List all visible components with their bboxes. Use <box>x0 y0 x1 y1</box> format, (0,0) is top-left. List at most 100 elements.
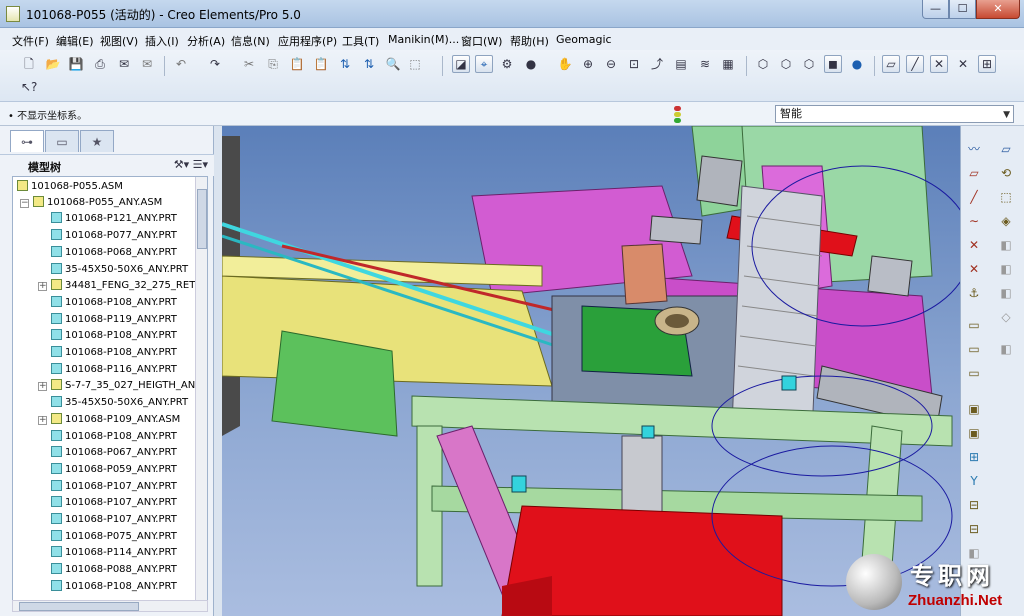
tree-node[interactable]: 101068-P108_ANY.PRT <box>51 345 177 361</box>
datum-plane-tool-icon[interactable]: ▱ <box>965 164 983 182</box>
sweep-icon[interactable]: ◧ <box>997 236 1015 254</box>
undo-icon[interactable]: ↶ <box>172 55 190 73</box>
round-icon[interactable]: ◧ <box>997 284 1015 302</box>
datum-planes-icon[interactable]: ▱ <box>882 55 900 73</box>
regenerate-icon[interactable]: ⇅ <box>336 55 354 73</box>
tree-vertical-scrollbar[interactable] <box>195 177 207 611</box>
copy-icon[interactable]: ⎘ <box>264 55 282 73</box>
tree-node[interactable]: 101068-P107_ANY.PRT <box>51 479 177 495</box>
tree-node[interactable]: + S-7-7_35_027_HEIGTH_AN <box>38 378 195 394</box>
scroll-thumb[interactable] <box>197 189 207 249</box>
cut-out-icon[interactable]: Y <box>965 472 983 490</box>
appearance-icon[interactable]: ● <box>522 55 540 73</box>
flexible-icon[interactable]: ⊟ <box>965 520 983 538</box>
coordinate-system-icon[interactable]: ✕ <box>965 260 983 278</box>
repaint-icon[interactable]: ◪ <box>452 55 470 73</box>
menu-edit[interactable]: 编辑(E) <box>56 33 94 49</box>
tab-folder-browser[interactable]: ▭ <box>45 130 79 152</box>
datum-axis-icon[interactable]: ╱ <box>965 188 983 206</box>
tree-node[interactable]: 101068-P107_ANY.PRT <box>51 495 177 511</box>
menu-analysis[interactable]: 分析(A) <box>187 33 225 49</box>
component-create-icon[interactable]: ▭ <box>965 340 983 358</box>
tree-node[interactable]: 101068-P088_ANY.PRT <box>51 562 177 578</box>
new-file-icon[interactable]: 🗋 <box>20 55 38 73</box>
extrude-icon[interactable]: ⬚ <box>997 188 1015 206</box>
print-icon[interactable]: ⎙ <box>91 55 109 73</box>
analysis-icon[interactable]: ⚓ <box>965 284 983 302</box>
tree-node[interactable]: 35-45X50-50X6_ANY.PRT <box>51 395 188 411</box>
assemble-icon[interactable]: ▣ <box>965 400 983 418</box>
email-link-icon[interactable]: ✉ <box>138 55 156 73</box>
enhanced-realism-icon[interactable]: ● <box>848 55 866 73</box>
context-help-icon[interactable]: ↖? <box>20 78 38 96</box>
mirror-icon[interactable]: ⊟ <box>965 496 983 514</box>
tree-node[interactable]: 101068-P108_ANY.PRT <box>51 328 177 344</box>
cut-icon[interactable]: ✂ <box>240 55 258 73</box>
graphics-viewport[interactable] <box>222 126 960 616</box>
datum-plane-icon[interactable]: ▱ <box>997 140 1015 158</box>
tab-favorites[interactable]: ★ <box>80 130 114 152</box>
revolve-icon[interactable]: ◈ <box>997 212 1015 230</box>
orient-mode-icon[interactable]: ⚙ <box>498 55 516 73</box>
minimize-button[interactable]: — <box>922 0 949 19</box>
menu-geomagic[interactable]: Geomagic <box>556 33 612 46</box>
tree-node[interactable]: 101068-P055.ASM <box>17 179 123 195</box>
datum-axes-icon[interactable]: ╱ <box>906 55 924 73</box>
tab-model-tree[interactable]: ⊶ <box>10 130 44 152</box>
view-manager-icon[interactable]: ▦ <box>719 55 737 73</box>
tree-node[interactable]: +101068-P109_ANY.ASM <box>38 412 180 428</box>
maximize-button[interactable]: ☐ <box>949 0 976 19</box>
spin-center-icon[interactable]: ⌖ <box>475 55 493 73</box>
tree-node[interactable]: 101068-P059_ANY.PRT <box>51 462 177 478</box>
tree-settings-icon[interactable]: ⚒▾ ☰▾ <box>174 158 208 171</box>
scroll-thumb[interactable] <box>19 602 139 611</box>
datum-curve-icon[interactable]: ∼ <box>965 212 983 230</box>
menu-manikin[interactable]: Manikin(M)... <box>388 33 459 46</box>
sketch-icon[interactable]: 〰 <box>965 140 983 158</box>
selection-filter-dropdown[interactable]: 智能 ▼ <box>775 105 1014 123</box>
shading-icon[interactable]: ◼ <box>824 55 842 73</box>
create-component-icon[interactable]: ▣ <box>965 424 983 442</box>
open-icon[interactable]: 📂 <box>44 55 62 73</box>
reorient-icon[interactable]: ⤴ <box>648 55 666 73</box>
collapse-icon[interactable]: − <box>20 199 29 208</box>
email-icon[interactable]: ✉ <box>115 55 133 73</box>
component-package-icon[interactable]: ▭ <box>965 364 983 382</box>
menu-info[interactable]: 信息(N) <box>231 33 270 49</box>
saved-views-icon[interactable]: ▤ <box>672 55 690 73</box>
wireframe-icon[interactable]: ⬡ <box>754 55 772 73</box>
tree-node[interactable]: 101068-P108_ANY.PRT <box>51 295 177 311</box>
chamfer-icon[interactable]: ◇ <box>997 308 1015 326</box>
tree-node[interactable]: 35-45X50-50X6_ANY.PRT <box>51 262 188 278</box>
tree-node[interactable]: 101068-P077_ANY.PRT <box>51 228 177 244</box>
no-hidden-icon[interactable]: ⬡ <box>800 55 818 73</box>
layers-icon[interactable]: ≋ <box>696 55 714 73</box>
close-button[interactable]: ✕ <box>976 0 1020 19</box>
component-assemble-icon[interactable]: ▭ <box>965 316 983 334</box>
tree-node[interactable]: 101068-P107_ANY.PRT <box>51 512 177 528</box>
refit-icon[interactable]: ⊡ <box>625 55 643 73</box>
zoom-out-icon[interactable]: ⊖ <box>602 55 620 73</box>
redo-icon[interactable]: ↷ <box>206 55 224 73</box>
menu-insert[interactable]: 插入(I) <box>145 33 179 49</box>
tree-horizontal-scrollbar[interactable] <box>12 600 208 612</box>
menu-window[interactable]: 窗口(W) <box>461 33 502 49</box>
draft-icon[interactable]: ◧ <box>997 340 1015 358</box>
tree-node[interactable]: −101068-P055_ANY.ASM <box>20 195 162 211</box>
paste-icon[interactable]: 📋 <box>288 55 306 73</box>
merge-icon[interactable]: ⊞ <box>965 448 983 466</box>
tree-node[interactable]: 101068-P119_ANY.PRT <box>51 312 177 328</box>
find-icon[interactable]: 🔍 <box>384 55 402 73</box>
blend-icon[interactable]: ◧ <box>997 260 1015 278</box>
tree-node[interactable]: 101068-P075_ANY.PRT <box>51 529 177 545</box>
paste-special-icon[interactable]: 📋 <box>312 55 330 73</box>
menu-tools[interactable]: 工具(T) <box>342 33 379 49</box>
datum-points-icon[interactable]: ✕ <box>930 55 948 73</box>
select-box-icon[interactable]: ⬚ <box>406 55 424 73</box>
menu-applications[interactable]: 应用程序(P) <box>278 33 337 49</box>
tree-node[interactable]: 101068-P068_ANY.PRT <box>51 245 177 261</box>
pattern-icon[interactable]: ⟲ <box>997 164 1015 182</box>
zoom-in-icon[interactable]: ⊕ <box>579 55 597 73</box>
datum-point-icon[interactable]: ✕ <box>965 236 983 254</box>
tree-node[interactable]: 101068-P108_ANY.PRT <box>51 579 177 595</box>
